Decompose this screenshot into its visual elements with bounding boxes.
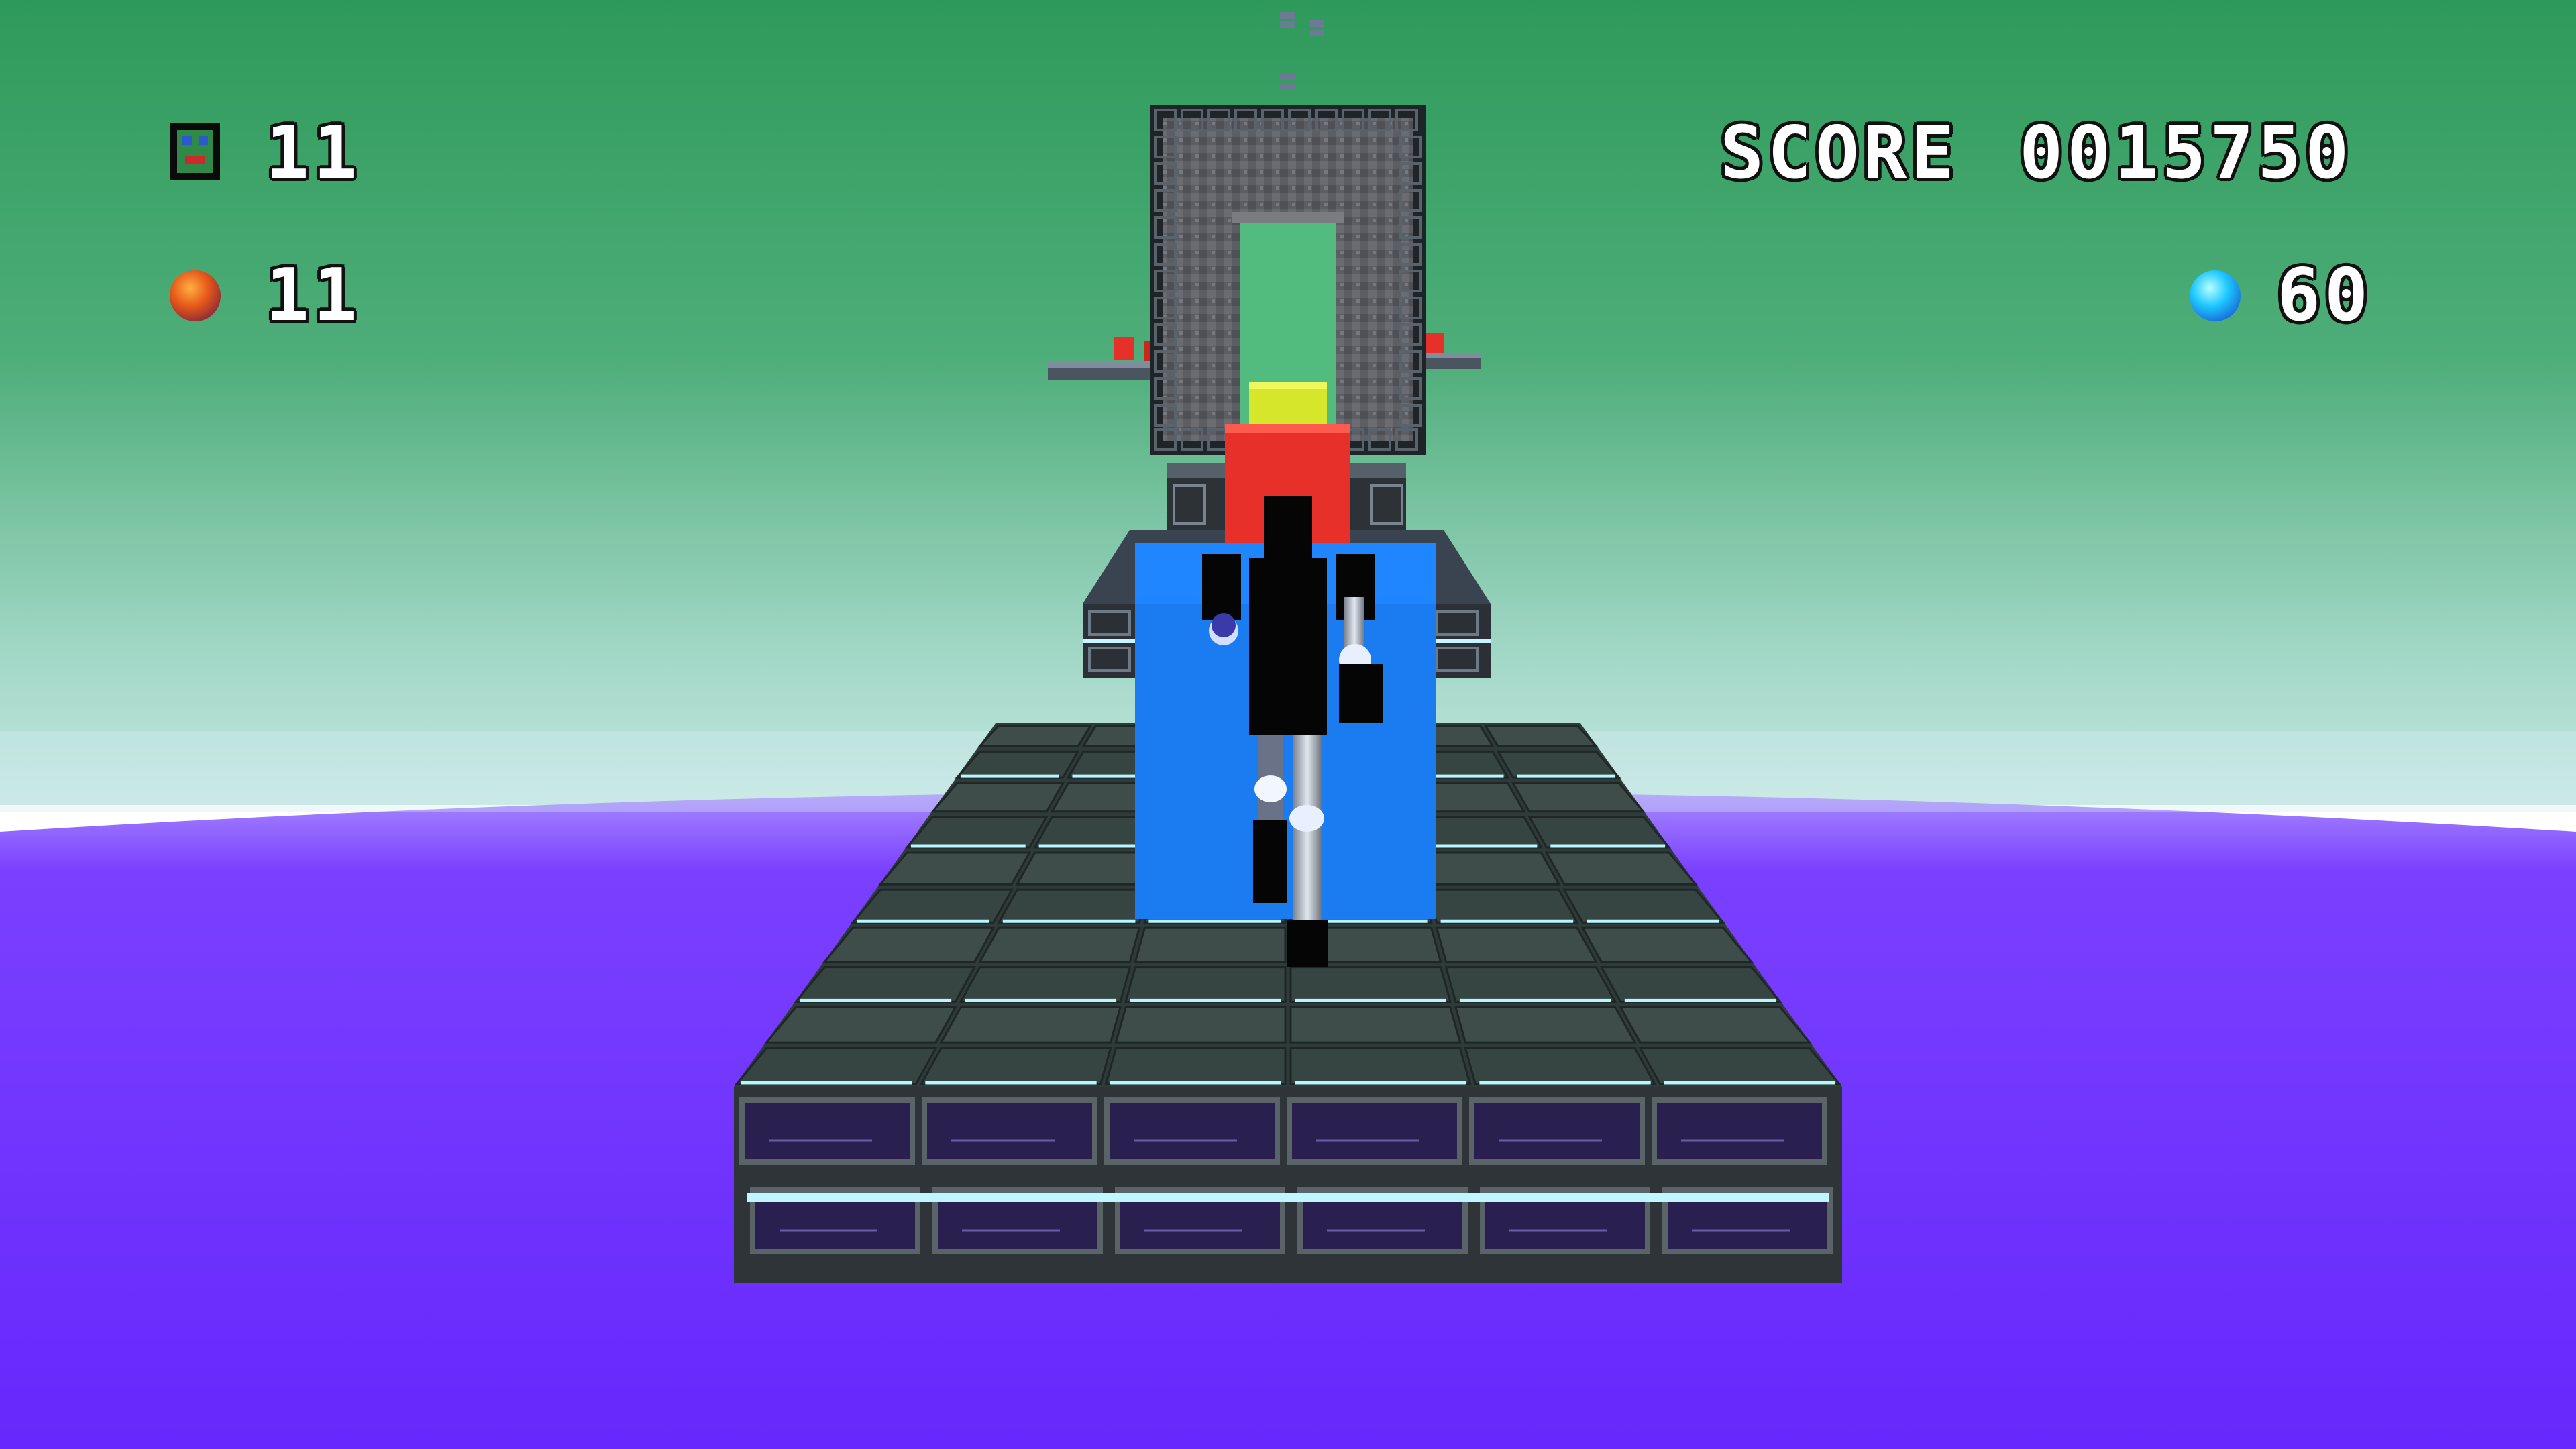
yellow-block [1249,382,1327,429]
red-gem-pickup [1426,333,1444,353]
game-scene [0,0,2576,1449]
cyan-orb-icon [2190,270,2241,321]
orange-orb-icon [170,270,221,321]
bombs-count: 11 [266,254,362,337]
lives-count: 11 [266,111,362,195]
red-gem-pickup [1114,337,1134,360]
robot-face-icon [170,123,220,180]
gems-count: 60 [2277,254,2373,337]
score-display: SCORE 0015750 [1720,111,2353,195]
score-value: 0015750 [2019,111,2353,195]
score-label: SCORE [1720,111,1959,195]
